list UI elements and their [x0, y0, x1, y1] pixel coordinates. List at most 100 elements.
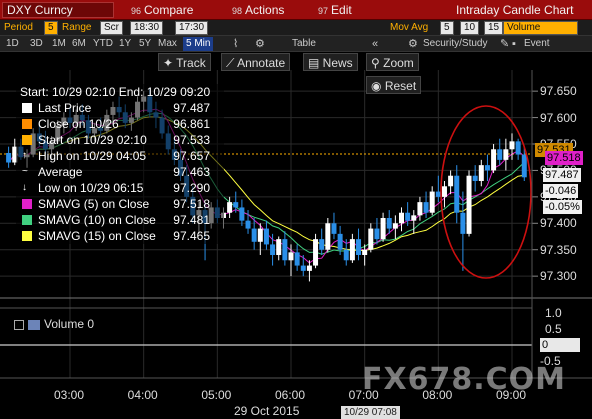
range-max[interactable]: Max [158, 38, 177, 50]
line-chart-icon[interactable]: ⌇ [233, 38, 238, 50]
range-to-field[interactable]: 18:30 [130, 21, 164, 35]
news-button[interactable]: ▤ News [303, 53, 358, 71]
range-from-field[interactable]: Scr [100, 21, 123, 35]
watermark: FX678.COM [362, 362, 567, 397]
annotate-button[interactable]: ⟋ Annotate [221, 53, 291, 71]
window-title: Intraday Candle Chart [456, 3, 574, 17]
volume-label: Volume [44, 317, 85, 331]
volume-select[interactable]: Volume [503, 21, 578, 35]
candle-body [239, 207, 245, 221]
edit-menu[interactable]: 97 Edit [318, 3, 352, 18]
range-6m[interactable]: 6M [72, 38, 86, 50]
compare-menu[interactable]: 96 Compare [131, 3, 193, 18]
range-1y[interactable]: 1Y [119, 38, 131, 50]
candle-body [362, 249, 368, 255]
last-price-label: 97.487 [543, 168, 581, 182]
double-chevron-left-icon[interactable]: « [372, 38, 378, 50]
candle-body [282, 239, 288, 261]
interval-select[interactable]: 5 Min [183, 37, 214, 51]
range-3d[interactable]: 3D [30, 38, 43, 50]
legend-row[interactable]: ↓ Low on 10/29 06:15 97.290 [20, 180, 224, 196]
candle-body [503, 149, 509, 160]
ma2-field[interactable]: 10 [460, 21, 480, 35]
candle-body [521, 154, 527, 178]
legend-value: 97.463 [173, 165, 210, 179]
legend-header: Start: 10/29 02:10 End: 10/29 09:20 [20, 85, 211, 99]
legend-label: SMAVG (5) on Close [38, 197, 150, 211]
volume-checkbox[interactable] [14, 319, 24, 330]
range-ytd[interactable]: YTD [93, 38, 113, 50]
legend-row[interactable]: SMAVG (15) on Close 97.465 [20, 228, 224, 244]
params-bar: Period 5 Range Scr 18:30 17:30 Mov Avg 5… [0, 20, 592, 36]
reset-icon: ◉ [371, 79, 385, 93]
ma3-field[interactable]: 15 [484, 21, 504, 35]
compare-label: Compare [144, 3, 194, 17]
candle-body [448, 175, 454, 187]
reset-label: Reset [384, 79, 417, 93]
annotate-icon: ⟋ [226, 56, 238, 70]
legend-row[interactable]: Last Price 97.487 [20, 100, 224, 116]
range-1m[interactable]: 1M [52, 38, 66, 50]
ma1-field[interactable]: 5 [440, 21, 454, 35]
range-to2-field[interactable]: 17:30 [175, 21, 209, 35]
legend-label: Close on 10/26 [38, 117, 119, 131]
candle-body [386, 218, 392, 229]
legend-swatch [22, 199, 32, 209]
legend-value: 96.861 [173, 117, 210, 131]
volume-value: 0 [87, 317, 95, 331]
candle-body [337, 233, 343, 250]
legend-row[interactable]: Close on 10/26 96.861 [20, 116, 224, 132]
candle-body [349, 239, 355, 261]
compare-num: 96 [131, 6, 142, 16]
news-icon: ▤ [308, 56, 323, 70]
track-icon: ✦ [163, 56, 177, 70]
gear-icon[interactable]: ⚙ [408, 38, 418, 50]
reset-button[interactable]: ◉ Reset [366, 76, 422, 94]
x-axis-date: 29 Oct 2015 [234, 404, 300, 418]
edit-label: Edit [331, 3, 352, 17]
candle-body [319, 239, 325, 250]
legend-label: SMAVG (10) on Close [38, 213, 156, 227]
y-tick-label: 97.650 [540, 84, 577, 99]
y-tick-label: 97.400 [540, 216, 577, 231]
legend-row[interactable]: ↑ High on 10/29 04:05 97.657 [20, 148, 224, 164]
candle-body [313, 239, 319, 266]
period-field[interactable]: 5 [44, 21, 58, 35]
range-5y[interactable]: 5Y [139, 38, 151, 50]
volume-swatch [28, 319, 40, 330]
title-bar: DXY Curncy 96 Compare 98 Actions 97 Edit In… [0, 0, 592, 20]
chart-type-icon[interactable]: ⚙ [255, 38, 265, 50]
candle-body [263, 228, 269, 245]
ticker-field[interactable]: DXY Curncy [2, 2, 114, 18]
legend-label: Low on 10/29 06:15 [38, 181, 144, 195]
candle-body [233, 202, 239, 208]
legend-value: 97.657 [173, 149, 210, 163]
security-study-button[interactable]: Security/Study [423, 38, 487, 50]
y-tick-label: 97.600 [540, 110, 577, 125]
legend-row[interactable]: ~ Average 97.463 [20, 164, 224, 180]
range-1d[interactable]: 1D [6, 38, 19, 50]
zoom-label: Zoom [383, 56, 414, 70]
zoom-button[interactable]: ⚲ Zoom [366, 53, 419, 71]
event-button[interactable]: Event [524, 38, 550, 50]
event-icon[interactable]: ▪ [512, 38, 516, 50]
legend-row[interactable]: SMAVG (5) on Close 97.518 [20, 196, 224, 212]
candle-body [515, 141, 521, 155]
candle-body [472, 175, 478, 181]
legend-row[interactable]: SMAVG (10) on Close 97.481 [20, 212, 224, 228]
legend-value: 97.481 [173, 213, 210, 227]
table-button[interactable]: Table [292, 38, 316, 50]
candle-body [288, 252, 294, 261]
edit-num: 97 [318, 6, 329, 16]
candle-body [405, 212, 411, 221]
actions-menu[interactable]: 98 Actions [232, 3, 284, 18]
pencil-icon[interactable]: ✎ [500, 38, 509, 50]
legend-row[interactable]: Start on 10/29 02:10 97.533 [20, 132, 224, 148]
legend-value: 97.465 [173, 229, 210, 243]
track-button[interactable]: ✦ Track [158, 53, 211, 71]
legend-label: Start on 10/29 02:10 [38, 133, 147, 147]
candle-body [429, 191, 435, 213]
candle-body [399, 212, 404, 224]
candle-body [300, 265, 306, 271]
candle-body [343, 249, 349, 261]
